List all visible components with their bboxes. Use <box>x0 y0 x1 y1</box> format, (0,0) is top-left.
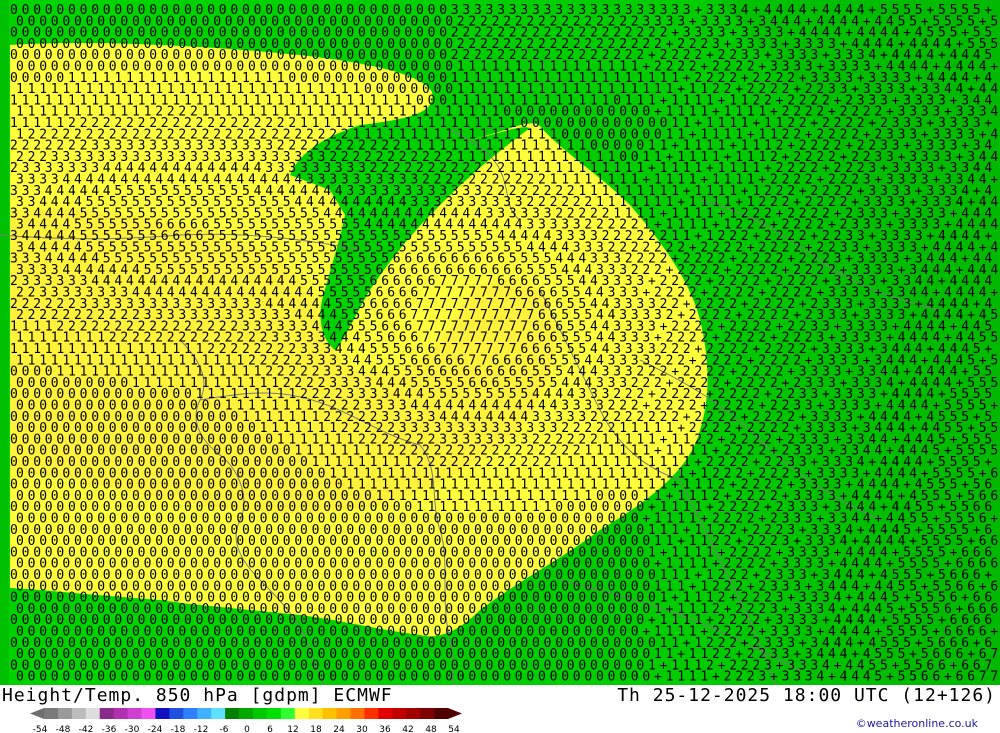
weather-map-page: 0000000000000000000000000000000000000033… <box>0 0 1000 733</box>
map-left-edge <box>0 0 9 685</box>
contour-labels: 0000000000000000000000000000000000000033… <box>10 3 998 685</box>
temperature-map: 0000000000000000000000000000000000000033… <box>0 0 1000 685</box>
